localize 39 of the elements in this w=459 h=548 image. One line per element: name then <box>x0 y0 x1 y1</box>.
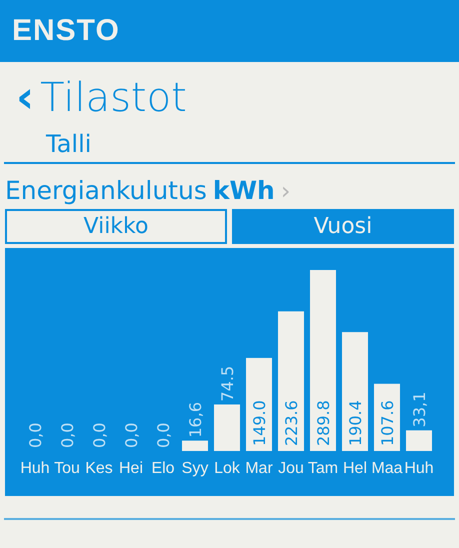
month-label: Hel <box>343 460 367 477</box>
period-tab[interactable]: Vuosi <box>232 209 454 244</box>
value-label: 289.8 <box>314 400 333 446</box>
bar <box>214 404 240 451</box>
month-label: Mar <box>245 460 273 477</box>
month-label: Kes <box>85 460 113 477</box>
value-label: 0,0 <box>26 422 45 448</box>
bar <box>374 384 400 451</box>
value-label: 0,0 <box>154 422 173 448</box>
value-label: 0,0 <box>58 422 77 448</box>
month-label: Tam <box>308 460 338 477</box>
chevron-button[interactable]: › <box>280 177 290 205</box>
back-button[interactable]: ‹ <box>16 76 34 120</box>
period-tab[interactable]: Viikko <box>5 209 227 244</box>
month-label: Jou <box>278 460 304 477</box>
page-title: Tilastot <box>40 76 187 120</box>
metric-label: Energiankulutus <box>5 176 207 205</box>
month-label: Tou <box>54 460 80 477</box>
month-label: Huh <box>404 460 434 477</box>
month-label: Syy <box>182 460 208 477</box>
month-label: Maa <box>371 460 403 477</box>
value-label: 33,1 <box>410 392 429 428</box>
bar <box>406 430 432 451</box>
month-label: Huh <box>20 460 50 477</box>
value-label: 223.6 <box>282 400 301 446</box>
location-name: Talli <box>45 130 92 158</box>
logo: ENSTO <box>12 14 120 48</box>
value-label: 16,6 <box>186 402 205 438</box>
month-label: Lok <box>214 460 240 477</box>
month-label: Hei <box>119 460 143 477</box>
month-label: Elo <box>151 460 175 477</box>
unit-label: kWh <box>212 176 275 205</box>
value-label: 190.4 <box>346 400 365 446</box>
value-label: 0,0 <box>122 422 141 448</box>
value-label: 74.5 <box>218 366 237 402</box>
value-label: 149.0 <box>250 400 269 446</box>
value-label: 107.6 <box>378 400 397 446</box>
bar <box>182 440 208 451</box>
value-label: 0,0 <box>90 422 109 448</box>
